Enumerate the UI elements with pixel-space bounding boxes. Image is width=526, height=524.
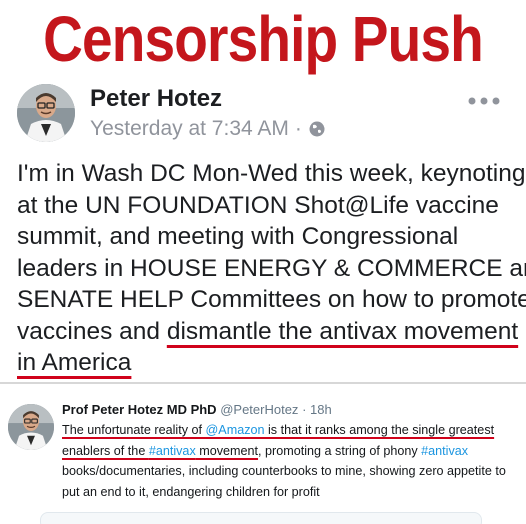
tweet-text: books/documentaries, including counterbo… <box>62 464 506 478</box>
post-line: leaders in HOUSE ENERGY & COMMERCE and <box>17 253 526 285</box>
tweet-text: is that it ranks among the single greate… <box>264 423 495 437</box>
post-line: I'm in Wash DC Mon-Wed this week, keynot… <box>17 158 526 190</box>
tweet-text: The unfortunate reality of <box>62 423 206 437</box>
post-line-text: vaccines and <box>17 317 167 345</box>
tweet-text: , promoting a string of phony <box>258 443 422 458</box>
facebook-post-timestamp[interactable]: Yesterday at 7:34 AM <box>90 116 289 142</box>
tweet-hashtag-link[interactable]: #antivax <box>421 444 468 458</box>
tweet-author-handle[interactable]: @PeterHotez <box>220 402 298 417</box>
tweet-text: movement <box>195 443 259 458</box>
facebook-post-body: I'm in Wash DC Mon-Wed this week, keynot… <box>17 158 526 379</box>
tweet-body: The unfortunate reality of @Amazon is th… <box>62 420 522 502</box>
tweet-header: Prof Peter Hotez MD PhD @PeterHotez · 18… <box>62 400 332 419</box>
headline: Censorship Push <box>43 3 484 75</box>
post-line-text: summit, and meeting with Congressional <box>17 223 459 250</box>
more-options-icon[interactable] <box>467 96 501 106</box>
facebook-author-avatar[interactable] <box>17 84 75 142</box>
post-line: vaccines and dismantle the antivax movem… <box>17 316 522 348</box>
section-divider <box>0 382 526 384</box>
post-line: SENATE HELP Committees on how to promote <box>17 284 526 316</box>
screenshot: Censorship Push Peter Hotez Yesterday at… <box>0 0 526 524</box>
post-line-text: at the UN FOUNDATION Shot@Life vaccine <box>17 191 499 219</box>
tweet-hashtag-link[interactable]: #antivax <box>149 444 196 458</box>
post-line-text: leaders in HOUSE ENERGY & COMMERCE and <box>17 254 526 282</box>
facebook-author-name[interactable]: Peter Hotez <box>90 84 222 114</box>
tweet-line: The unfortunate reality of @Amazon is th… <box>62 420 522 441</box>
tweet-time[interactable]: · 18h <box>302 402 332 417</box>
tweet-author-name[interactable]: Prof Peter Hotez MD PhD <box>62 402 217 417</box>
facebook-post-meta: Yesterday at 7:34 AM · <box>90 116 326 142</box>
tweet-line: enablers of the #antivax movement, promo… <box>62 441 522 462</box>
post-line: at the UN FOUNDATION Shot@Life vaccine <box>17 190 522 222</box>
tweet-mention-link[interactable]: @Amazon <box>206 423 265 437</box>
post-line: in America <box>17 347 522 379</box>
tweet-text: enablers of the <box>62 443 149 458</box>
meta-separator: · <box>294 117 302 140</box>
tweet-line: books/documentaries, including counterbo… <box>62 461 522 482</box>
post-line: summit, and meeting with Congressional <box>17 221 522 253</box>
cropped-embed-card <box>40 512 482 524</box>
underlined-phrase: in America <box>17 349 132 376</box>
underlined-phrase: dismantle the antivax movement <box>166 317 519 345</box>
post-line-text: I'm in Wash DC Mon-Wed this week, keynot… <box>17 160 526 187</box>
tweet-line: put an end to it, endangering children f… <box>62 482 522 503</box>
post-line-text: SENATE HELP Committees on how to promote <box>17 286 526 313</box>
tweet-text: put an end to it, endangering children f… <box>62 484 320 499</box>
globe-icon[interactable] <box>308 120 326 138</box>
tweet-author-avatar[interactable] <box>8 404 54 450</box>
